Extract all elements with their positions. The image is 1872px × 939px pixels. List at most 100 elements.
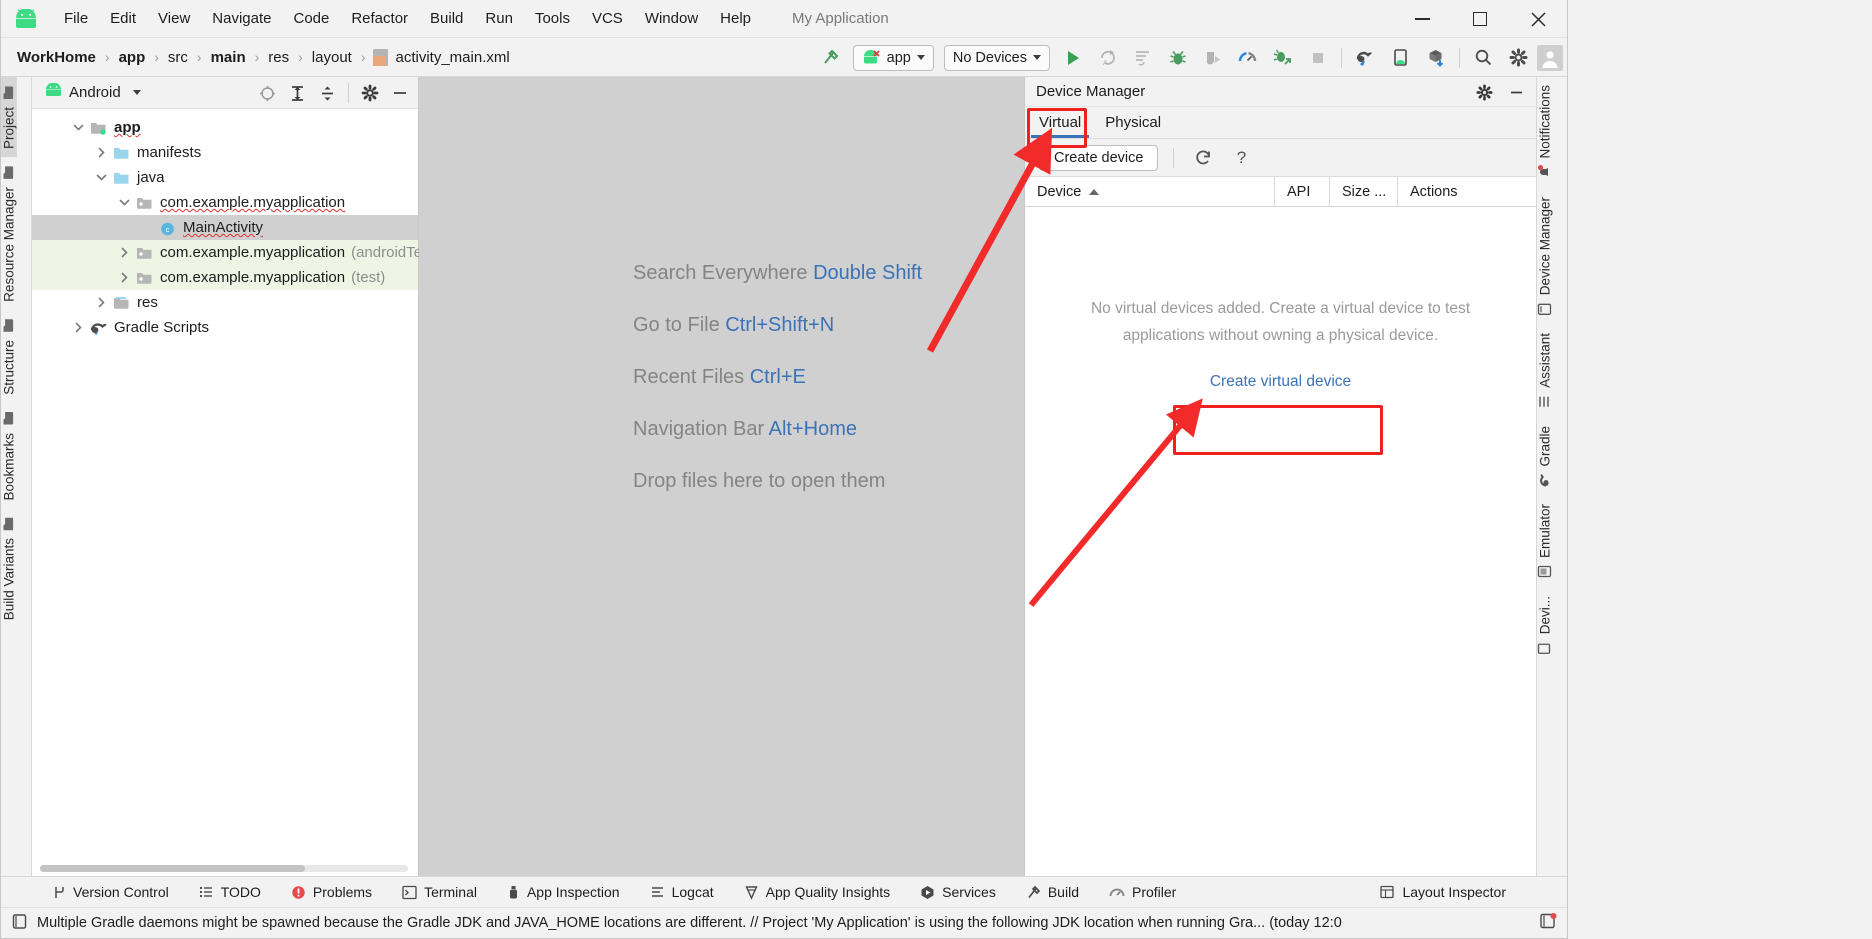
gear-icon[interactable] <box>1502 43 1535 73</box>
breadcrumb-item-0[interactable]: WorkHome <box>15 49 98 66</box>
tool-window-problems[interactable]: Problems <box>276 884 387 900</box>
device-tab-virtual[interactable]: Virtual <box>1027 110 1093 138</box>
build-hammer-icon[interactable] <box>814 43 847 73</box>
menu-item-build[interactable]: Build <box>419 7 474 30</box>
chevron-down-icon[interactable] <box>132 90 141 95</box>
menu-item-window[interactable]: Window <box>634 7 709 30</box>
right-rail-item-assistant[interactable]: Assistant <box>1537 325 1553 418</box>
right-rail-item-notifications[interactable]: Notifications <box>1537 77 1553 189</box>
collapse-all-icon[interactable] <box>313 79 341 107</box>
menu-item-refactor[interactable]: Refactor <box>340 7 419 30</box>
breadcrumb-item-2[interactable]: src <box>166 49 190 66</box>
menu-item-vcs[interactable]: VCS <box>581 7 634 30</box>
column-header-actions[interactable]: Actions <box>1398 177 1518 207</box>
device-tab-physical[interactable]: Physical <box>1093 110 1173 138</box>
chevron-right-icon[interactable] <box>118 246 132 260</box>
chevron-right-icon[interactable] <box>118 271 132 285</box>
tool-window-services[interactable]: Services <box>905 884 1011 900</box>
column-header-device[interactable]: Device <box>1025 176 1275 207</box>
right-rail-item-gradle[interactable]: Gradle <box>1537 418 1553 497</box>
tool-window-layout-inspector[interactable]: Layout Inspector <box>1365 884 1521 900</box>
tree-node-manifests[interactable]: manifests <box>32 140 418 165</box>
left-rail-item-bookmarks[interactable]: Bookmarks <box>1 403 17 509</box>
tool-window-todo[interactable]: TODO <box>184 884 276 900</box>
tree-node-java[interactable]: java <box>32 165 418 190</box>
tree-node-gradle-scripts[interactable]: Gradle Scripts <box>32 315 418 340</box>
minimize-icon[interactable] <box>1502 78 1530 106</box>
apply-code-changes-icon[interactable] <box>1126 43 1159 73</box>
right-rail-item-emulator[interactable]: Emulator <box>1537 496 1553 588</box>
tree-node-com-example-myapplication[interactable]: com.example.myapplication (androidTes <box>32 240 429 265</box>
tool-window-logcat[interactable]: Logcat <box>635 884 729 900</box>
tree-node-app[interactable]: app <box>32 115 418 140</box>
tool-window-profiler[interactable]: Profiler <box>1094 884 1191 900</box>
select-opened-file-icon[interactable] <box>253 79 281 107</box>
device-selector[interactable]: No Devices <box>943 44 1050 71</box>
create-virtual-device-link[interactable]: Create virtual device <box>1025 373 1536 391</box>
settings-gear-icon[interactable] <box>356 79 384 107</box>
menu-item-help[interactable]: Help <box>709 7 762 30</box>
sdk-manager-icon[interactable] <box>1419 43 1452 73</box>
tool-window-build[interactable]: Build <box>1011 884 1094 900</box>
refresh-icon[interactable] <box>1189 144 1217 172</box>
minimize-button[interactable] <box>1393 0 1451 38</box>
help-icon[interactable]: ? <box>1227 144 1255 172</box>
menu-item-file[interactable]: File <box>53 7 99 30</box>
chevron-down-icon[interactable] <box>118 196 132 210</box>
close-button[interactable] <box>1509 0 1567 38</box>
event-log-badge-icon[interactable] <box>1539 912 1557 934</box>
left-rail-item-project[interactable]: Project <box>1 77 17 158</box>
maximize-button[interactable] <box>1451 0 1509 38</box>
chevron-down-icon[interactable] <box>95 171 109 185</box>
expand-all-icon[interactable] <box>283 79 311 107</box>
tool-window-version-control[interactable]: Version Control <box>37 884 184 900</box>
run-configuration-selector[interactable]: app <box>852 44 934 71</box>
tree-node-mainactivity[interactable]: c MainActivity <box>32 215 418 240</box>
breadcrumb-item-5[interactable]: layout <box>310 49 354 66</box>
event-log-icon[interactable] <box>11 913 28 934</box>
breadcrumb-item-1[interactable]: app <box>117 49 148 66</box>
run-icon[interactable] <box>1056 43 1089 73</box>
chevron-down-icon[interactable] <box>72 121 86 135</box>
tree-node-res[interactable]: res <box>32 290 418 315</box>
menu-item-tools[interactable]: Tools <box>524 7 581 30</box>
menu-item-run[interactable]: Run <box>474 7 524 30</box>
menu-item-code[interactable]: Code <box>282 7 340 30</box>
search-icon[interactable] <box>1467 43 1500 73</box>
tool-window-app-inspection[interactable]: App Inspection <box>492 884 635 900</box>
column-header-api[interactable]: API <box>1275 176 1330 207</box>
profiler-icon[interactable] <box>1231 43 1264 73</box>
breadcrumb-item-3[interactable]: main <box>209 49 248 66</box>
gradle-sync-icon[interactable] <box>1349 43 1382 73</box>
menu-item-view[interactable]: View <box>147 7 201 30</box>
left-rail-item-build-variants[interactable]: Build Variants <box>1 508 17 628</box>
avatar-icon[interactable] <box>1537 44 1563 71</box>
apply-changes-icon[interactable]: A <box>1091 43 1124 73</box>
chevron-right-icon[interactable] <box>72 321 86 335</box>
project-horizontal-scrollbar[interactable] <box>40 865 408 872</box>
left-rail-item-structure[interactable]: Structure <box>1 310 17 403</box>
tree-node-com-example-myapplication[interactable]: com.example.myapplication (test) <box>32 265 418 290</box>
right-rail-item-device-manager[interactable]: Device Manager <box>1537 189 1553 325</box>
editor-tip-shortcut: Ctrl+E <box>749 366 806 388</box>
chevron-right-icon[interactable] <box>95 146 109 160</box>
tool-window-app-quality-insights[interactable]: App Quality Insights <box>729 884 906 900</box>
right-rail-item-devi-[interactable]: Devi... <box>1537 588 1553 664</box>
menu-item-edit[interactable]: Edit <box>99 7 147 30</box>
tool-window-terminal[interactable]: Terminal <box>387 884 492 900</box>
gear-icon[interactable] <box>1470 78 1498 106</box>
debug-icon[interactable] <box>1161 43 1194 73</box>
breadcrumb-item-6[interactable]: activity_main.xml <box>394 49 512 66</box>
column-header-size-[interactable]: Size ... <box>1330 176 1398 207</box>
profile-with-debug-icon[interactable] <box>1266 43 1299 73</box>
attach-debugger-icon[interactable] <box>1196 43 1229 73</box>
hide-panel-icon[interactable] <box>386 79 414 107</box>
create-device-button[interactable]: Create device <box>1039 144 1159 171</box>
tree-node-com-example-myapplication[interactable]: com.example.myapplication <box>32 190 418 215</box>
menu-item-navigate[interactable]: Navigate <box>201 7 282 30</box>
breadcrumb-item-4[interactable]: res <box>266 49 291 66</box>
chevron-right-icon[interactable] <box>95 296 109 310</box>
device-manager-icon[interactable] <box>1384 43 1417 73</box>
stop-icon <box>1301 43 1334 73</box>
left-rail-item-resource-manager[interactable]: Resource Manager <box>1 157 17 310</box>
